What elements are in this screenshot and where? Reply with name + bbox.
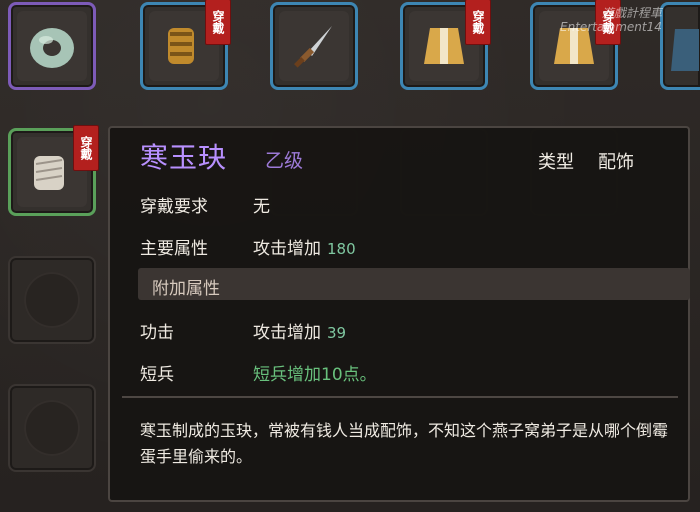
main-attr-value: 攻击增加 180: [253, 239, 356, 259]
equipped-badge: 穿戴: [465, 0, 491, 45]
dagger-slot[interactable]: [270, 2, 358, 90]
type-value: 配饰: [598, 152, 634, 173]
type-label: 类型: [538, 152, 574, 173]
gauntlet-slot[interactable]: 穿戴: [140, 0, 231, 90]
partial-slot[interactable]: [660, 2, 700, 90]
extra-attr-2-value: 短兵增加10点。: [253, 365, 377, 385]
watermark: 遊戲計程車 Entertainment14: [560, 6, 662, 34]
extra-attr-title: 附加属性: [152, 279, 220, 299]
robe-slot-1[interactable]: 穿戴: [400, 0, 491, 90]
extra-attr-1-label: 功击: [140, 323, 174, 343]
gauntlet-icon: [168, 28, 194, 64]
item-name: 寒玉玦: [140, 141, 228, 174]
empty-slot[interactable]: [8, 256, 96, 344]
empty-slot[interactable]: [8, 384, 96, 472]
extra-attr-2-label: 短兵: [140, 365, 174, 385]
extra-attr-section: [138, 268, 690, 300]
dagger-icon: [294, 26, 332, 68]
bandage-glove-slot[interactable]: 穿戴: [8, 125, 99, 216]
extra-attr-1-value: 攻击增加 39: [253, 323, 347, 343]
divider: [122, 396, 678, 398]
equipped-badge: 穿戴: [73, 125, 99, 171]
item-tooltip: 寒玉玦 乙级 类型 配饰 穿戴要求 无 主要属性 攻击增加 180 附加属性 功击…: [108, 126, 690, 502]
extra-attr-1-number: 39: [327, 324, 347, 342]
main-attr-number: 180: [327, 240, 356, 258]
item-grade: 乙级: [265, 150, 304, 172]
robe-icon: [424, 28, 464, 64]
bandage-glove-icon: [34, 156, 64, 190]
equipped-badge: 穿戴: [205, 0, 231, 45]
requirement-value: 无: [253, 197, 270, 217]
jade-ring-icon: [30, 28, 74, 68]
jade-ring-slot[interactable]: [8, 2, 96, 90]
item-description: 寒玉制成的玉玦，常被有钱人当成配饰，不知这个燕子窝弟子是从哪个倒霉蛋手里偷来的。: [140, 421, 669, 466]
requirement-label: 穿戴要求: [140, 197, 208, 217]
robe-icon: [671, 29, 699, 71]
main-attr-label: 主要属性: [140, 239, 208, 259]
